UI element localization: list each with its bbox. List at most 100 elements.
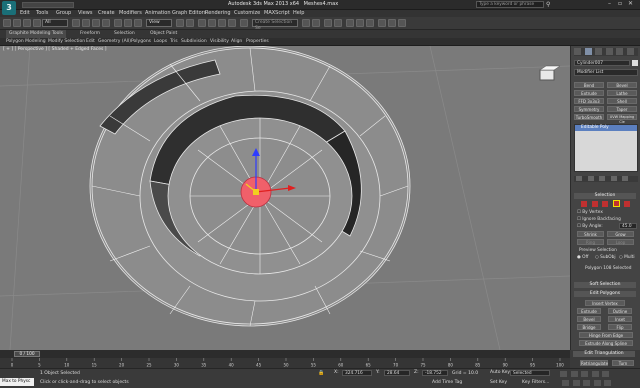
motion-tab-icon[interactable]: [605, 48, 613, 55]
menu-edit[interactable]: Edit: [20, 10, 30, 17]
uvw-mapping-button[interactable]: UVW Mapping Cle: [607, 114, 637, 124]
object-color-swatch[interactable]: [632, 60, 638, 66]
modifier-stack[interactable]: Editable Poly: [574, 124, 638, 172]
bridge-button[interactable]: Bridge: [577, 324, 601, 330]
panel-edit[interactable]: Edit: [86, 38, 95, 46]
ffd-button[interactable]: FFD 3x3x3: [574, 98, 604, 104]
bevel-poly-button[interactable]: Bevel: [577, 316, 601, 322]
rendered-frame-icon[interactable]: [388, 19, 396, 27]
panel-tris[interactable]: Tris: [170, 38, 178, 46]
ignore-backfacing-checkbox[interactable]: ☐ Ignore Backfacing: [577, 217, 621, 222]
spinner-snap-icon[interactable]: [228, 19, 236, 27]
go-to-end-icon[interactable]: [602, 371, 610, 377]
minimize-icon[interactable]: –: [608, 0, 611, 7]
tab-selection[interactable]: Selection: [114, 30, 135, 38]
panel-polygons[interactable]: Polygons: [131, 38, 151, 46]
next-frame-icon[interactable]: [591, 371, 599, 377]
search-input[interactable]: Type a keyword or phrase: [476, 1, 544, 8]
panel-polygon-modeling[interactable]: Polygon Modeling: [6, 38, 46, 46]
rect-region-icon[interactable]: [92, 19, 100, 27]
material-editor-icon[interactable]: [366, 19, 374, 27]
bend-button[interactable]: Bend: [574, 82, 604, 88]
viewport-scene[interactable]: [0, 46, 570, 350]
menu-graph-editors[interactable]: Graph Editors: [172, 10, 206, 17]
panel-subdivision[interactable]: Subdivision: [181, 38, 207, 46]
loop-button[interactable]: Loop: [607, 239, 634, 245]
key-filters-button[interactable]: Key Filters...: [522, 380, 549, 385]
render-setup-icon[interactable]: [378, 19, 386, 27]
rotate-icon[interactable]: [124, 19, 132, 27]
hinge-from-edge-button[interactable]: Hinge From Edge: [579, 332, 633, 338]
flip-button[interactable]: Flip: [608, 324, 632, 330]
stack-item-editable-poly[interactable]: Editable Poly: [575, 125, 637, 131]
edit-triangulation-button[interactable]: Edit Triangulation: [573, 351, 635, 357]
play-icon[interactable]: [581, 371, 589, 377]
bevel-button[interactable]: Bevel: [607, 82, 637, 88]
align-icon[interactable]: [312, 19, 320, 27]
snap-icon[interactable]: [198, 19, 206, 27]
by-vertex-checkbox[interactable]: ☐ By Vertex: [577, 210, 603, 215]
percent-snap-icon[interactable]: [218, 19, 226, 27]
make-unique-icon[interactable]: [599, 176, 606, 181]
layer-manager-icon[interactable]: [324, 19, 332, 27]
maximize-viewport-icon[interactable]: [604, 380, 612, 386]
redo-icon[interactable]: [13, 19, 21, 27]
go-to-start-icon[interactable]: [560, 371, 567, 377]
y-coordinate-field[interactable]: 28.64: [384, 370, 410, 376]
z-coordinate-field[interactable]: -18.752: [422, 370, 448, 376]
menu-help[interactable]: Help: [293, 10, 304, 17]
add-time-tag[interactable]: Add Time Tag: [432, 380, 462, 385]
menu-animation[interactable]: Animation: [145, 10, 171, 17]
select-by-name-icon[interactable]: [82, 19, 90, 27]
selection-filter-dropdown[interactable]: All: [42, 19, 68, 27]
by-angle-checkbox[interactable]: ☐ By Angle:: [577, 224, 603, 229]
menu-create[interactable]: Create: [98, 10, 115, 17]
pan-icon[interactable]: [583, 380, 591, 386]
lock-selection-icon[interactable]: 🔒: [318, 370, 324, 376]
prev-frame-icon[interactable]: [570, 371, 578, 377]
panel-geometry[interactable]: Geometry (All): [98, 38, 131, 46]
shell-button[interactable]: Shell: [607, 98, 637, 104]
modifier-list-dropdown[interactable]: Modifier List: [574, 69, 638, 76]
key-mode-dropdown[interactable]: Selected: [510, 370, 550, 376]
polygon-level-icon[interactable]: [612, 200, 620, 207]
object-name-field[interactable]: Cylinder007: [574, 60, 630, 66]
preview-off-radio[interactable]: ● Off: [577, 255, 588, 260]
hierarchy-tab-icon[interactable]: [595, 48, 603, 55]
app-logo-icon[interactable]: 3: [2, 1, 16, 15]
time-slider[interactable]: 0 / 100: [0, 350, 570, 358]
zoom-all-icon[interactable]: [572, 380, 580, 386]
render-teapot-icon[interactable]: [398, 19, 406, 27]
panel-align[interactable]: Align: [231, 38, 242, 46]
shrink-button[interactable]: Shrink: [577, 231, 604, 237]
edit-named-selection-icon[interactable]: [240, 19, 248, 27]
insert-vertex-button[interactable]: Insert Vertex: [585, 300, 625, 306]
maxscript-listener[interactable]: Max to Physc: [0, 378, 34, 386]
tab-object-paint[interactable]: Object Paint: [150, 30, 177, 38]
panel-loops[interactable]: Loops: [154, 38, 167, 46]
menu-modifiers[interactable]: Modifiers: [119, 10, 142, 17]
extrude-along-spline-button[interactable]: Extrude Along Spline: [579, 340, 633, 346]
command-panel-tabs[interactable]: [574, 48, 638, 56]
tab-graphite-modeling-tools[interactable]: Graphite Modeling Tools: [6, 30, 67, 38]
viewport-label[interactable]: [ + ] [ Perspective ] [ Shaded + Edged F…: [3, 47, 107, 52]
window-crossing-icon[interactable]: [102, 19, 110, 27]
pin-stack-icon[interactable]: [576, 176, 582, 181]
tab-freeform[interactable]: Freeform: [80, 30, 100, 38]
select-object-icon[interactable]: [72, 19, 80, 27]
edit-polygons-rollout-header[interactable]: Edit Polygons: [574, 291, 636, 297]
track-bar[interactable]: 0 5 10 15 20 25 30 35 40 45 50 55 60 65 70 75 80 85 90 95 10…: [0, 358, 570, 368]
show-end-result-icon[interactable]: [587, 176, 594, 181]
mirror-icon[interactable]: [302, 19, 310, 27]
panel-modify-selection[interactable]: Modify Selection: [48, 38, 85, 46]
close-icon[interactable]: ✕: [628, 0, 633, 7]
menu-tools[interactable]: Tools: [36, 10, 48, 17]
named-selection-dropdown[interactable]: Create Selection Se: [252, 19, 298, 31]
menu-group[interactable]: Group: [56, 10, 71, 17]
extrude-poly-button[interactable]: Extrude: [577, 308, 601, 314]
menu-maxscript[interactable]: MAXScript: [264, 10, 290, 17]
pivot-icon[interactable]: [176, 19, 184, 27]
menu-rendering[interactable]: Rendering: [205, 10, 231, 17]
maximize-icon[interactable]: ▫: [618, 0, 622, 7]
remove-modifier-icon[interactable]: [610, 176, 617, 181]
